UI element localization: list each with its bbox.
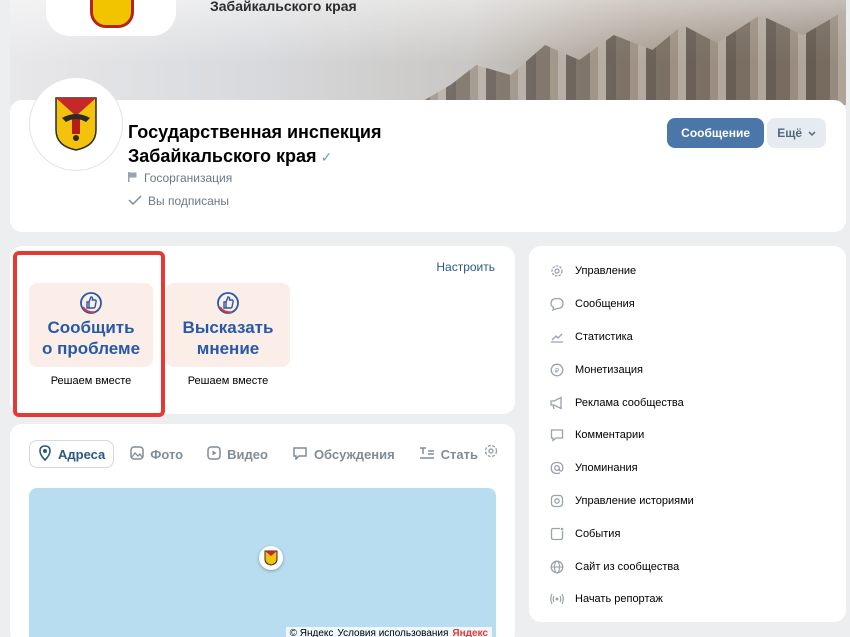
map-terms-link[interactable]: Условия использования xyxy=(337,628,448,637)
menu-item-messages[interactable]: Сообщения xyxy=(529,288,846,321)
menu-item-website[interactable]: Сайт из сообщества xyxy=(529,550,846,583)
admin-menu: Управление Сообщения Статистика ₽ Монети… xyxy=(529,246,846,622)
cover-subtitle: Забайкальского края xyxy=(210,0,357,14)
discussion-icon xyxy=(292,446,308,463)
menu-item-label: Упоминания xyxy=(575,462,638,475)
menu-item-events[interactable]: События xyxy=(529,517,846,550)
community-avatar[interactable] xyxy=(30,78,122,170)
yandex-logo[interactable]: Яндекс xyxy=(452,628,488,637)
menu-item-label: Начать репортаж xyxy=(575,593,663,606)
menu-item-ads[interactable]: Реклама сообщества xyxy=(529,386,846,419)
highlight-frame xyxy=(13,251,165,417)
chart-icon xyxy=(549,329,565,345)
cover-logo xyxy=(46,0,176,36)
map-attribution: © Яндекс Условия использования Яндекс xyxy=(285,627,492,637)
tab-articles[interactable]: Стать xyxy=(411,440,486,468)
menu-item-label: Управление xyxy=(575,265,637,278)
subscription-label: Вы подписаны xyxy=(148,194,229,208)
map-marker[interactable] xyxy=(259,546,283,570)
category-label: Госорганизация xyxy=(144,171,233,185)
article-icon xyxy=(419,446,435,463)
menu-item-statistics[interactable]: Статистика xyxy=(529,321,846,354)
menu-item-monetization[interactable]: ₽ Монетизация xyxy=(529,353,846,386)
coat-of-arms-icon xyxy=(90,0,134,28)
menu-item-label: Сообщения xyxy=(575,298,635,311)
at-icon xyxy=(549,460,565,476)
message-icon xyxy=(549,296,565,312)
tab-label: Адреса xyxy=(58,446,106,462)
community-category: Госорганизация xyxy=(128,171,232,185)
globe-icon xyxy=(549,559,565,575)
cover-image: Забайкальского края xyxy=(10,0,846,105)
comment-icon xyxy=(549,427,565,443)
share-opinion-tile[interactable]: Высказать мнение xyxy=(166,283,290,367)
community-title: Государственная инспекция Забайкальского… xyxy=(128,120,448,169)
tab-discussions[interactable]: Обсуждения xyxy=(284,440,403,468)
tab-label: Обсуждения xyxy=(313,446,395,462)
community-header: Государственная инспекция Забайкальского… xyxy=(10,78,846,232)
content-tabs-panel: Адреса Фото Видео Обсуждения Стать © Янд… xyxy=(10,424,515,637)
coin-icon: ₽ xyxy=(549,362,565,378)
tab-addresses[interactable]: Адреса xyxy=(29,440,115,468)
subscription-status[interactable]: Вы подписаны xyxy=(128,194,229,208)
location-icon xyxy=(38,444,52,464)
tile-title-line-2: мнение xyxy=(196,339,260,358)
gear-icon xyxy=(549,263,565,279)
tab-photos[interactable]: Фото xyxy=(122,440,191,468)
check-icon xyxy=(128,194,142,208)
title-line-1: Государственная инспекция xyxy=(128,122,382,142)
tab-label: Фото xyxy=(150,446,184,462)
svg-text:₽: ₽ xyxy=(555,367,560,375)
menu-item-label: Управление историями xyxy=(575,494,694,507)
menu-item-label: Монетизация xyxy=(575,363,643,376)
tile-caption: Решаем вместе xyxy=(187,375,269,387)
more-button-label: Ещё xyxy=(777,126,802,140)
event-icon xyxy=(549,526,565,542)
menu-item-label: Сайт из сообщества xyxy=(575,560,680,573)
thumbs-up-icon xyxy=(166,291,290,317)
menu-item-manage[interactable]: Управление xyxy=(529,255,846,288)
menu-item-label: Статистика xyxy=(575,330,633,343)
stories-icon xyxy=(549,493,565,509)
gear-icon[interactable] xyxy=(483,443,499,464)
yandex-map[interactable]: © Яндекс Условия использования Яндекс xyxy=(29,488,496,637)
map-copyright: © Яндекс xyxy=(289,628,334,637)
photo-icon xyxy=(130,445,145,463)
broadcast-icon xyxy=(549,591,565,607)
content-tabs: Адреса Фото Видео Обсуждения Стать xyxy=(29,440,486,468)
more-button[interactable]: Ещё xyxy=(767,118,826,148)
message-button[interactable]: Сообщение xyxy=(667,118,764,148)
menu-item-label: События xyxy=(575,527,621,540)
tile-title-line-1: Высказать xyxy=(182,318,274,337)
menu-item-mentions[interactable]: Упоминания xyxy=(529,452,846,485)
menu-item-label: Комментарии xyxy=(575,429,645,442)
menu-item-broadcast[interactable]: Начать репортаж xyxy=(529,583,846,616)
menu-item-label: Реклама сообщества xyxy=(575,396,684,409)
megaphone-icon xyxy=(549,395,565,411)
tab-videos[interactable]: Видео xyxy=(199,440,276,468)
chevron-down-icon xyxy=(808,126,816,140)
video-icon xyxy=(207,445,221,463)
menu-item-comments[interactable]: Комментарии xyxy=(529,419,846,452)
configure-link[interactable]: Настроить xyxy=(436,260,495,274)
flag-icon xyxy=(128,171,138,185)
verified-icon: ✓ xyxy=(320,149,333,165)
tab-label: Стать xyxy=(440,446,478,462)
coat-of-arms-icon xyxy=(34,82,118,166)
tab-label: Видео xyxy=(227,446,268,462)
title-line-2: Забайкальского края xyxy=(128,146,317,166)
menu-item-stories[interactable]: Управление историями xyxy=(529,485,846,518)
